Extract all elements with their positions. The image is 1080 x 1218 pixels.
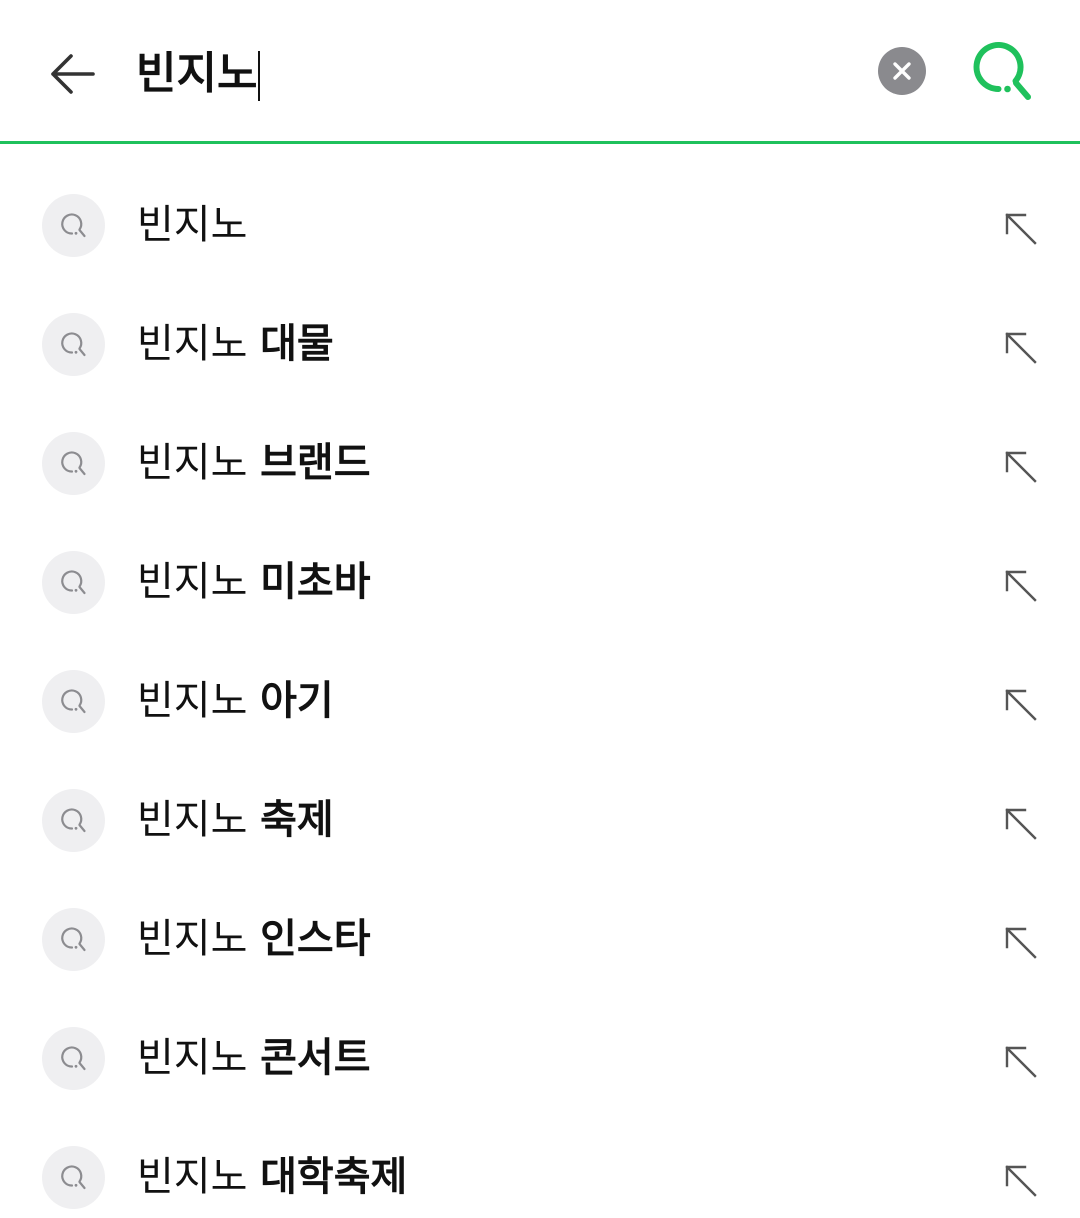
suggestion-suffix: 브랜드 bbox=[260, 440, 371, 486]
search-icon bbox=[60, 569, 86, 594]
arrow-up-left-icon bbox=[1005, 332, 1037, 364]
fill-query-button[interactable] bbox=[995, 1036, 1047, 1088]
suggestion-text: 빈지노 아기 bbox=[137, 671, 334, 731]
arrow-up-left-icon bbox=[1005, 451, 1037, 483]
search-submit-button[interactable] bbox=[968, 40, 1036, 106]
close-icon bbox=[893, 62, 911, 80]
suggestion-text: 빈지노 브랜드 bbox=[137, 433, 371, 493]
suggestion-prefix: 빈지노 bbox=[137, 321, 248, 367]
suggestion-text: 빈지노 대물 bbox=[137, 314, 334, 374]
suggestion-item[interactable]: 빈지노 미초바 bbox=[0, 504, 1080, 623]
search-icon bbox=[60, 331, 86, 356]
suggestion-item[interactable]: 빈지노 대물 bbox=[0, 266, 1080, 385]
fill-query-button[interactable] bbox=[995, 798, 1047, 850]
fill-query-button[interactable] bbox=[995, 917, 1047, 969]
suggestion-text: 빈지노 대학축제 bbox=[137, 1147, 407, 1207]
suggestion-list: 빈지노 빈지노 대물 빈지노 브랜드 빈지노 미초바 빈지노 아기 빈지노 축제 빈지노 인… bbox=[0, 147, 1080, 1218]
suggestion-item[interactable]: 빈지노 bbox=[0, 147, 1080, 266]
search-icon bbox=[60, 1164, 86, 1189]
suggestion-text: 빈지노 미초바 bbox=[137, 552, 371, 612]
suggestion-search-icon-badge bbox=[42, 1027, 105, 1090]
suggestion-text: 빈지노 콘서트 bbox=[137, 1028, 371, 1088]
arrow-up-left-icon bbox=[1005, 1046, 1037, 1078]
suggestion-prefix: 빈지노 bbox=[137, 1035, 248, 1081]
suggestion-prefix: 빈지노 bbox=[137, 916, 248, 962]
suggestion-prefix: 빈지노 bbox=[137, 797, 248, 843]
search-icon bbox=[60, 212, 86, 237]
arrow-up-left-icon bbox=[1005, 1165, 1037, 1197]
suggestion-suffix: 축제 bbox=[260, 797, 334, 843]
arrow-up-left-icon bbox=[1005, 689, 1037, 721]
suggestion-suffix: 대학축제 bbox=[260, 1154, 408, 1200]
arrow-up-left-icon bbox=[1005, 570, 1037, 602]
suggestion-prefix: 빈지노 bbox=[137, 202, 248, 248]
suggestion-prefix: 빈지노 bbox=[137, 559, 248, 605]
text-caret bbox=[258, 51, 261, 101]
arrow-left-icon bbox=[51, 54, 95, 94]
search-icon bbox=[973, 42, 1031, 100]
search-icon bbox=[60, 688, 86, 713]
suggestion-suffix: 미초바 bbox=[260, 559, 371, 605]
suggestion-search-icon-badge bbox=[42, 908, 105, 971]
back-button[interactable] bbox=[40, 42, 104, 106]
suggestion-text: 빈지노 축제 bbox=[137, 790, 334, 850]
suggestion-suffix: 콘서트 bbox=[260, 1035, 371, 1081]
suggestion-text: 빈지노 인스타 bbox=[137, 909, 371, 969]
suggestion-item[interactable]: 빈지노 콘서트 bbox=[0, 980, 1080, 1099]
search-icon bbox=[60, 450, 86, 475]
suggestion-search-icon-badge bbox=[42, 551, 105, 614]
suggestion-suffix: 인스타 bbox=[260, 916, 371, 962]
suggestion-prefix: 빈지노 bbox=[137, 1154, 248, 1200]
suggestion-suffix: 아기 bbox=[260, 678, 334, 724]
search-icon bbox=[60, 807, 86, 832]
suggestion-item[interactable]: 빈지노 대학축제 bbox=[0, 1099, 1080, 1218]
search-input[interactable]: 빈지노 bbox=[136, 38, 261, 110]
suggestion-search-icon-badge bbox=[42, 789, 105, 852]
suggestion-item[interactable]: 빈지노 축제 bbox=[0, 742, 1080, 861]
suggestion-text: 빈지노 bbox=[137, 195, 247, 255]
suggestion-item[interactable]: 빈지노 브랜드 bbox=[0, 385, 1080, 504]
suggestion-item[interactable]: 빈지노 인스타 bbox=[0, 861, 1080, 980]
suggestion-prefix: 빈지노 bbox=[137, 678, 248, 724]
suggestion-prefix: 빈지노 bbox=[137, 440, 248, 486]
suggestion-item[interactable]: 빈지노 아기 bbox=[0, 623, 1080, 742]
fill-query-button[interactable] bbox=[995, 322, 1047, 374]
suggestion-search-icon-badge bbox=[42, 313, 105, 376]
clear-button[interactable] bbox=[878, 47, 926, 95]
suggestion-search-icon-badge bbox=[42, 432, 105, 495]
fill-query-button[interactable] bbox=[995, 203, 1047, 255]
arrow-up-left-icon bbox=[1005, 927, 1037, 959]
suggestion-suffix: 대물 bbox=[260, 321, 334, 367]
fill-query-button[interactable] bbox=[995, 1155, 1047, 1207]
fill-query-button[interactable] bbox=[995, 679, 1047, 731]
search-bar: 빈지노 bbox=[0, 0, 1080, 144]
suggestion-search-icon-badge bbox=[42, 1146, 105, 1209]
search-query-value: 빈지노 bbox=[136, 48, 258, 99]
suggestion-search-icon-badge bbox=[42, 670, 105, 733]
arrow-up-left-icon bbox=[1005, 808, 1037, 840]
search-icon bbox=[60, 926, 86, 951]
arrow-up-left-icon bbox=[1005, 213, 1037, 245]
fill-query-button[interactable] bbox=[995, 560, 1047, 612]
fill-query-button[interactable] bbox=[995, 441, 1047, 493]
suggestion-search-icon-badge bbox=[42, 194, 105, 257]
search-icon bbox=[60, 1045, 86, 1070]
